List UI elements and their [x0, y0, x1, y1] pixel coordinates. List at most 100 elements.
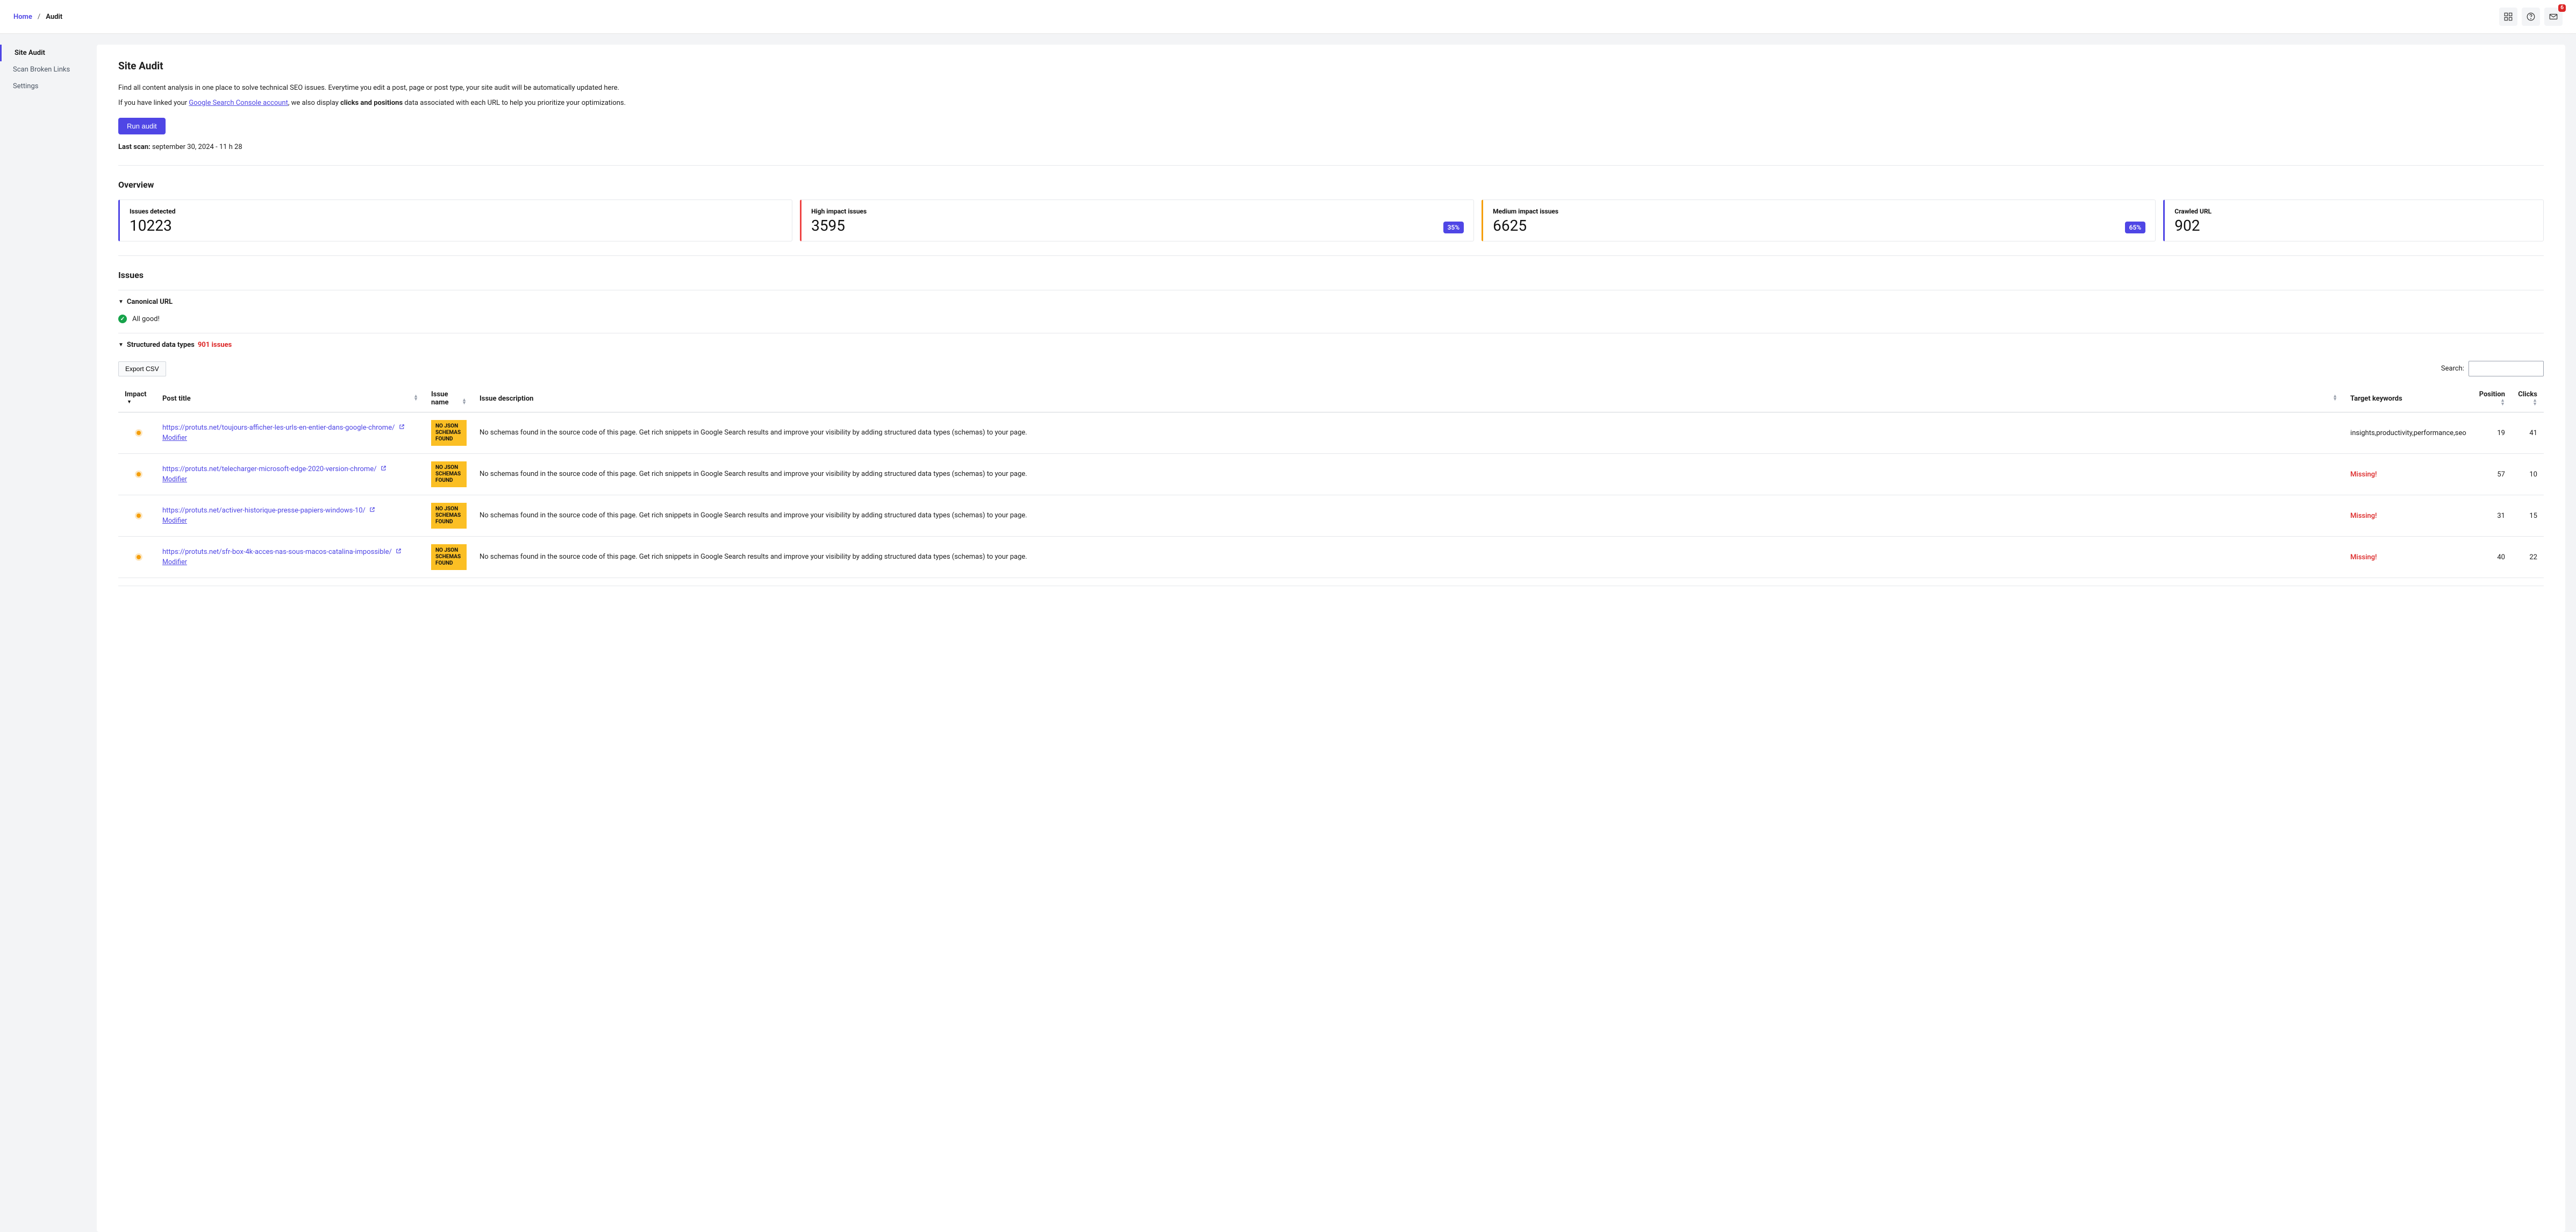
- th-impact[interactable]: Impact▼: [118, 385, 156, 412]
- intro-suffix: data associated with each URL to help yo…: [403, 99, 626, 107]
- card-high-impact: High impact issues 3595 35%: [800, 200, 1474, 241]
- card-medium-impact: Medium impact issues 6625 65%: [1482, 200, 2156, 241]
- accordion-label: Structured data types: [127, 341, 195, 349]
- cell-clicks: 15: [2511, 495, 2544, 537]
- impact-dot-icon: [137, 431, 141, 435]
- overview-cards: Issues detected 10223 High impact issues…: [118, 200, 2544, 241]
- cell-issue-description: No schemas found in the source code of t…: [473, 454, 2344, 495]
- sort-icon: ▲▼: [413, 395, 418, 402]
- cell-issue-name: NO JSON SCHEMAS FOUND: [425, 495, 473, 537]
- modifier-link[interactable]: Modifier: [162, 475, 418, 483]
- help-icon[interactable]: [2522, 8, 2540, 26]
- cell-post-title: https://protuts.net/activer-historique-p…: [156, 495, 425, 537]
- issue-badge: NO JSON SCHEMAS FOUND: [431, 420, 467, 446]
- issues-count: 901 issues: [198, 341, 232, 349]
- cell-issue-description: No schemas found in the source code of t…: [473, 412, 2344, 454]
- table-row: https://protuts.net/telecharger-microsof…: [118, 454, 2544, 495]
- gsc-link[interactable]: Google Search Console account: [189, 99, 288, 107]
- card-label: Crawled URL: [2174, 208, 2212, 215]
- card-label: Medium impact issues: [1493, 208, 1558, 215]
- search-box: Search:: [2441, 361, 2544, 376]
- search-label: Search:: [2441, 365, 2464, 373]
- modifier-link[interactable]: Modifier: [162, 517, 418, 525]
- sidebar-item-settings[interactable]: Settings: [0, 78, 97, 95]
- issues-table: Impact▼ Post title▲▼ Issue name▲▼ Issue …: [118, 385, 2544, 578]
- post-url-link[interactable]: https://protuts.net/toujours-afficher-le…: [162, 424, 395, 432]
- all-good-text: All good!: [132, 315, 160, 323]
- cell-target-keywords: Missing!: [2344, 537, 2473, 578]
- page-title: Site Audit: [118, 60, 2544, 72]
- cell-issue-name: NO JSON SCHEMAS FOUND: [425, 412, 473, 454]
- cell-issue-name: NO JSON SCHEMAS FOUND: [425, 454, 473, 495]
- sidebar-item-scan-broken-links[interactable]: Scan Broken Links: [0, 61, 97, 78]
- cell-target-keywords: Missing!: [2344, 495, 2473, 537]
- sidebar: Site Audit Scan Broken Links Settings: [0, 34, 97, 1232]
- cell-post-title: https://protuts.net/toujours-afficher-le…: [156, 412, 425, 454]
- main-content: Site Audit Find all content analysis in …: [97, 45, 2565, 1232]
- last-scan-value: september 30, 2024 - 11 h 28: [152, 143, 242, 151]
- divider: [118, 165, 2544, 166]
- impact-dot-icon: [137, 555, 141, 559]
- mail-icon[interactable]: 6: [2544, 8, 2563, 26]
- th-clicks[interactable]: Clicks▲▼: [2511, 385, 2544, 412]
- issue-badge: NO JSON SCHEMAS FOUND: [431, 503, 467, 529]
- layout: Site Audit Scan Broken Links Settings Si…: [0, 34, 2576, 1232]
- post-url-link[interactable]: https://protuts.net/activer-historique-p…: [162, 507, 366, 515]
- sidebar-item-site-audit[interactable]: Site Audit: [0, 45, 97, 61]
- card-crawled-url: Crawled URL 902: [2163, 200, 2544, 241]
- cell-post-title: https://protuts.net/telecharger-microsof…: [156, 454, 425, 495]
- cell-position: 31: [2473, 495, 2511, 537]
- top-actions: 6: [2499, 8, 2563, 26]
- grid-icon[interactable]: [2499, 8, 2517, 26]
- external-link-icon[interactable]: [396, 549, 402, 556]
- cell-impact: [118, 537, 156, 578]
- sort-icon: ▲▼: [2500, 399, 2505, 406]
- card-value: 6625: [1493, 218, 1558, 233]
- last-scan-label: Last scan:: [118, 143, 151, 151]
- post-url-link[interactable]: https://protuts.net/telecharger-microsof…: [162, 465, 377, 473]
- cell-issue-description: No schemas found in the source code of t…: [473, 495, 2344, 537]
- cell-clicks: 41: [2511, 412, 2544, 454]
- table-row: https://protuts.net/toujours-afficher-le…: [118, 412, 2544, 454]
- external-link-icon[interactable]: [381, 466, 387, 473]
- external-link-icon[interactable]: [399, 424, 405, 431]
- sort-icon: ▲▼: [2332, 395, 2337, 402]
- external-link-icon[interactable]: [369, 507, 375, 514]
- th-position[interactable]: Position▲▼: [2473, 385, 2511, 412]
- sort-icon: ▼: [127, 401, 132, 404]
- accordion-structured: ▼ Structured data types 901 issues Expor…: [118, 333, 2544, 586]
- cell-issue-name: NO JSON SCHEMAS FOUND: [425, 537, 473, 578]
- search-input[interactable]: [2468, 361, 2544, 376]
- all-good-row: ✓ All good!: [118, 312, 2544, 325]
- accordion-header-structured[interactable]: ▼ Structured data types 901 issues: [118, 341, 2544, 349]
- breadcrumb-current: Audit: [46, 13, 62, 21]
- caret-down-icon: ▼: [118, 299, 124, 305]
- cell-position: 40: [2473, 537, 2511, 578]
- post-url-link[interactable]: https://protuts.net/sfr-box-4k-acces-nas…: [162, 548, 392, 556]
- issues-title: Issues: [118, 270, 2544, 280]
- breadcrumb-home[interactable]: Home: [13, 13, 32, 21]
- cell-impact: [118, 412, 156, 454]
- topbar: Home / Audit 6: [0, 0, 2576, 34]
- divider: [118, 255, 2544, 256]
- modifier-link[interactable]: Modifier: [162, 434, 418, 442]
- run-audit-button[interactable]: Run audit: [118, 118, 166, 134]
- issue-badge: NO JSON SCHEMAS FOUND: [431, 461, 467, 487]
- card-label: Issues detected: [130, 208, 176, 215]
- breadcrumb-separator: /: [38, 13, 40, 21]
- card-issues-detected: Issues detected 10223: [118, 200, 792, 241]
- card-label: High impact issues: [811, 208, 867, 215]
- sort-icon: ▲▼: [2532, 399, 2537, 406]
- modifier-link[interactable]: Modifier: [162, 558, 418, 566]
- th-issue-desc[interactable]: Issue description▲▼: [473, 385, 2344, 412]
- intro-line-1: Find all content analysis in one place t…: [118, 83, 2544, 94]
- th-post-title[interactable]: Post title▲▼: [156, 385, 425, 412]
- cell-clicks: 10: [2511, 454, 2544, 495]
- th-issue-name[interactable]: Issue name▲▼: [425, 385, 473, 412]
- th-target-keywords: Target keywords: [2344, 385, 2473, 412]
- breadcrumb: Home / Audit: [13, 13, 62, 21]
- table-row: https://protuts.net/sfr-box-4k-acces-nas…: [118, 537, 2544, 578]
- accordion-header-canonical[interactable]: ▼ Canonical URL: [118, 298, 2544, 306]
- export-csv-button[interactable]: Export CSV: [118, 361, 166, 376]
- card-value: 902: [2174, 218, 2212, 233]
